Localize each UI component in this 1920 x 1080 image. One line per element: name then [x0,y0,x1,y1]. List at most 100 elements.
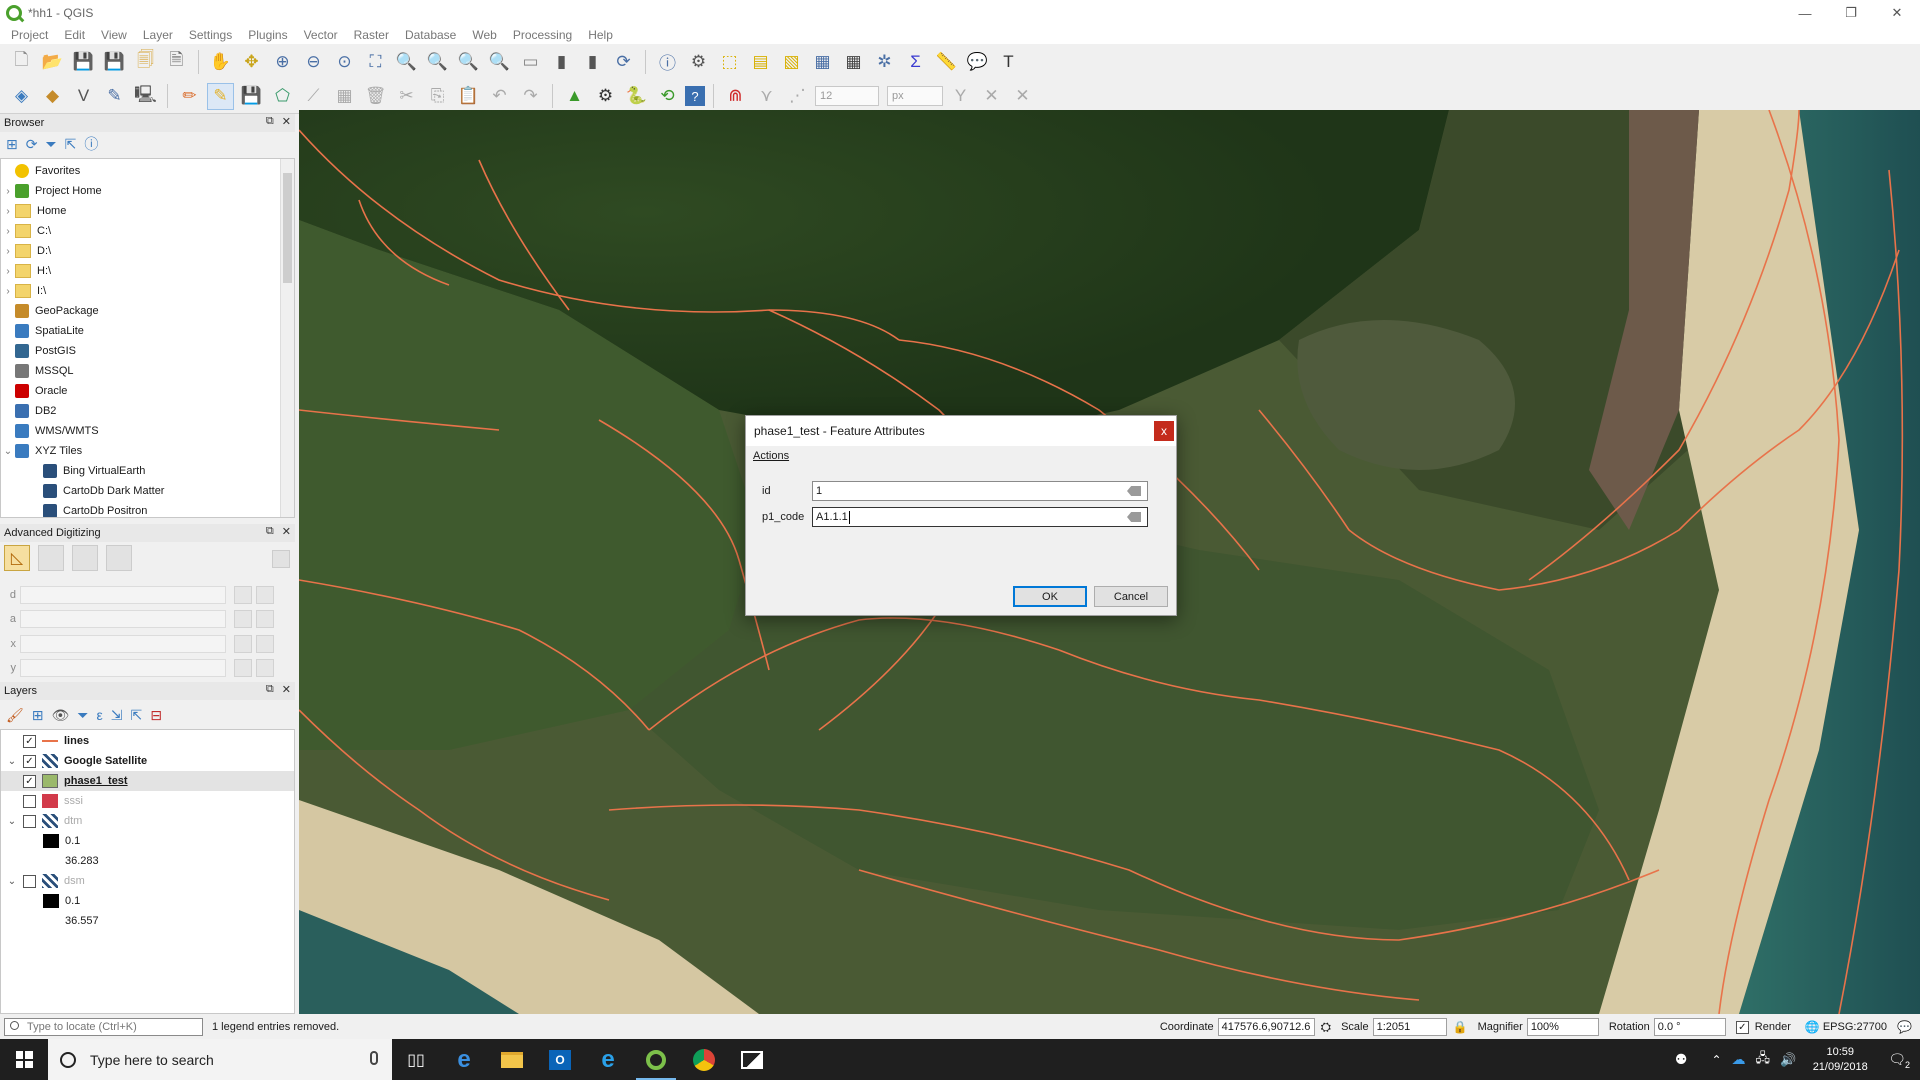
actions-menu[interactable]: Actions [746,446,1176,466]
menu-raster[interactable]: Raster [346,28,397,42]
taskbar-internet-explorer[interactable]: e [584,1039,632,1080]
browser-item-1[interactable]: › Project Home [1,181,294,201]
refresh-browser-icon[interactable]: ⟳ [26,136,38,153]
people-icon[interactable]: ⚉ [1675,1051,1688,1068]
layer-visibility-checkbox[interactable] [23,874,36,888]
snap-cross-icon[interactable]: ✕ [978,83,1005,110]
magnifier-spinbox[interactable]: 100% [1526,1018,1599,1036]
modify-attributes-icon[interactable]: ▦ [331,83,358,110]
expand-arrow-icon[interactable]: ⌄ [1,446,15,457]
onedrive-icon[interactable]: ☁ [1732,1051,1746,1068]
toggle-editing-icon[interactable]: ✎ [207,82,234,110]
browser-item-4[interactable]: › D:\ [1,241,294,261]
construction-mode-icon[interactable] [38,545,64,571]
render-checkbox[interactable]: ✓ [1735,1020,1749,1034]
statistics-icon[interactable]: Σ [902,48,929,75]
relative-icon[interactable] [256,586,274,604]
close-panel-icon[interactable]: ✕ [282,525,291,538]
minimize-button[interactable]: — [1782,0,1828,26]
ok-button[interactable]: OK [1013,586,1087,607]
toggle-extents-icon[interactable]: ⛭ [1321,1019,1331,1035]
layer-visibility-checkbox[interactable] [23,814,36,828]
volume-icon[interactable]: 🔊 [1780,1052,1796,1068]
pan-to-selection-icon[interactable]: ✥ [238,48,265,75]
delete-selected-icon[interactable]: 🗑 [362,83,389,110]
digitizing-settings-icon[interactable] [272,550,290,568]
undo-icon[interactable]: ↶ [486,83,513,110]
snap-trace-icon[interactable]: ✕ [1009,83,1036,110]
relative-icon[interactable] [256,635,274,653]
browser-item-0[interactable]: Favorites [1,161,294,181]
menu-edit[interactable]: Edit [56,28,93,42]
layer-item-4[interactable]: ⌄ dtm [1,811,294,831]
browser-item-2[interactable]: › Home [1,201,294,221]
snapping-layers-icon[interactable]: ⋎ [753,83,780,110]
snap-tolerance-input[interactable]: 12 [815,86,879,106]
microphone-icon[interactable] [370,1051,378,1065]
layer-item-3[interactable]: sssi [1,791,294,811]
attribute-table-icon[interactable]: ▦ [809,48,836,75]
filter-expression-icon[interactable]: ε [97,707,103,723]
layout-manager-icon[interactable]: 🗎 [163,48,190,75]
save-edits-icon[interactable]: 💾 [238,83,265,110]
expand-arrow-icon[interactable]: › [1,286,15,297]
restore-button[interactable]: ❐ [1828,0,1874,26]
identify-icon[interactable]: ⓘ [654,48,681,75]
measure-icon[interactable]: 📏 [933,48,960,75]
lock-scale-icon[interactable]: 🔒 [1453,1020,1468,1034]
add-group-icon[interactable]: ⊞ [32,707,44,724]
help-icon[interactable]: ? [685,86,705,106]
zoom-selection-icon[interactable]: 🔍 [393,48,420,75]
start-button[interactable] [0,1039,48,1080]
zoom-out-icon[interactable]: ⊖ [300,48,327,75]
add-vector-layer-icon[interactable]: V [70,83,97,110]
processing-toolbox-icon[interactable]: ✲ [871,48,898,75]
perpendicular-icon[interactable] [106,545,132,571]
layer-item-0[interactable]: ✓ lines [1,731,294,751]
show-bookmarks-icon[interactable]: ▮ [579,48,606,75]
manage-map-themes-icon[interactable]: 👁 [52,707,70,724]
python-console-icon[interactable]: 🐍 [623,83,650,110]
select-features-icon[interactable]: ⬚ [716,48,743,75]
layer-item-7[interactable]: ⌄ dsm [1,871,294,891]
pan-icon[interactable]: ✋ [207,48,234,75]
menu-web[interactable]: Web [464,28,504,42]
snap-intersection-icon[interactable]: Y [947,83,974,110]
browser-item-16[interactable]: CartoDb Dark Matter [1,481,294,501]
field-calculator-icon[interactable]: ▦ [840,48,867,75]
cut-features-icon[interactable]: ✂ [393,83,420,110]
browser-item-13[interactable]: WMS/WMTS [1,421,294,441]
current-edits-icon[interactable]: ✏ [176,83,203,110]
browser-item-12[interactable]: DB2 [1,401,294,421]
close-window-button[interactable]: ✕ [1874,0,1920,26]
messages-icon[interactable]: 💬 [1897,1020,1912,1034]
taskbar-qgis[interactable] [632,1039,680,1080]
expand-arrow-icon[interactable]: › [1,246,15,257]
redo-icon[interactable]: ↷ [517,83,544,110]
parallel-icon[interactable] [72,545,98,571]
add-polygon-icon[interactable]: ⬠ [269,83,296,110]
expand-all-icon[interactable]: ⇲ [111,707,123,724]
taskbar-photos[interactable] [728,1039,776,1080]
crs-globe-icon[interactable]: 🌐 [1805,1020,1820,1034]
snapping-icon[interactable]: ⋒ [722,83,749,110]
crs-button[interactable]: EPSG:27700 [1823,1021,1887,1033]
open-project-icon[interactable]: 📂 [39,48,66,75]
lock-icon[interactable] [234,659,252,677]
taskbar-search[interactable]: Type here to search [48,1039,392,1080]
new-geopackage-layer-icon[interactable]: ◆ [39,83,66,110]
browser-item-6[interactable]: › I:\ [1,281,294,301]
select-by-value-icon[interactable]: ▤ [747,48,774,75]
zoom-in-icon[interactable]: ⊕ [269,48,296,75]
zoom-native-icon[interactable]: ⊙ [331,48,358,75]
browser-item-3[interactable]: › C:\ [1,221,294,241]
lock-icon[interactable] [234,635,252,653]
layer-visibility-checkbox[interactable]: ✓ [23,754,36,768]
lock-icon[interactable] [234,610,252,628]
rotation-spinbox[interactable]: 0.0 ° [1653,1018,1726,1036]
digitizing-field-input[interactable] [20,610,226,628]
digitizing-field-input[interactable] [20,659,226,677]
topology-checker-icon[interactable]: ▲ [561,83,588,110]
cancel-button[interactable]: Cancel [1094,586,1168,607]
scale-combobox[interactable]: 1:2051 [1372,1018,1447,1036]
